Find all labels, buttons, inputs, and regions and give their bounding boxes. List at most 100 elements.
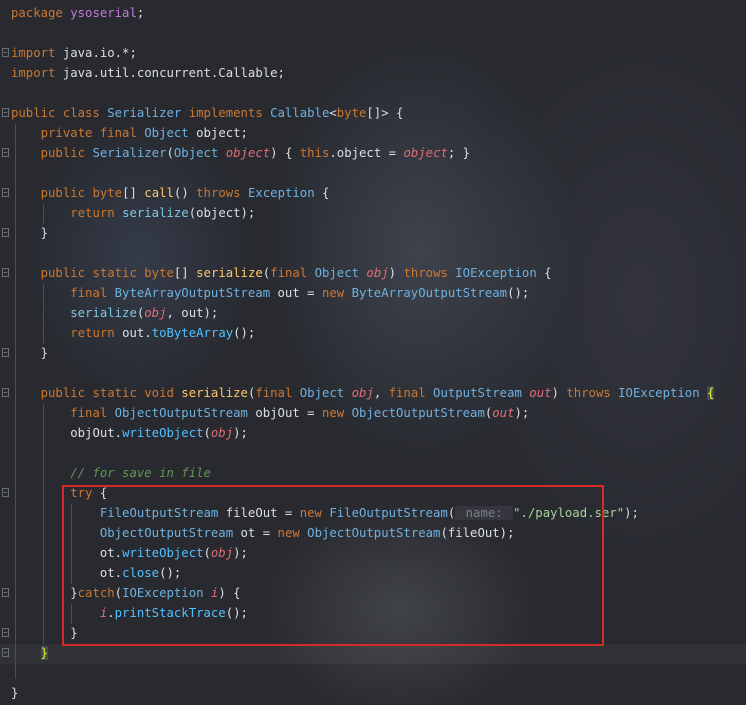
code-token: [] <box>173 266 197 280</box>
code-token: ) <box>388 266 404 280</box>
code-token: obj <box>144 306 167 320</box>
fold-marker-icon[interactable] <box>2 48 9 57</box>
code-line[interactable]: } <box>11 685 714 705</box>
code-token: toByteArray <box>151 326 234 340</box>
code-token: throws <box>566 386 619 400</box>
code-token: (object); <box>188 206 256 220</box>
code-line[interactable]: // for save in file <box>11 465 714 485</box>
fold-marker-icon[interactable] <box>2 348 9 357</box>
code-token: ObjectOutputStream <box>351 406 485 420</box>
fold-marker-icon[interactable] <box>2 188 9 197</box>
code-line[interactable]: serialize(obj, out); <box>11 305 714 325</box>
code-token: ; <box>277 66 285 80</box>
code-line[interactable]: } <box>11 345 714 365</box>
code-line[interactable]: final ByteArrayOutputStream out = new By… <box>11 285 714 305</box>
code-token: ( <box>203 426 211 440</box>
code-token: writeObject <box>122 426 204 440</box>
fold-gutter <box>0 0 10 704</box>
code-line[interactable]: package ysoserial; <box>11 5 714 25</box>
code-token: ) <box>551 386 567 400</box>
code-token: final <box>70 406 115 420</box>
code-token: serialize <box>70 306 137 320</box>
code-line[interactable] <box>11 445 714 465</box>
fold-marker-icon[interactable] <box>2 488 9 497</box>
code-line[interactable]: public static byte[] serialize(final Obj… <box>11 265 714 285</box>
code-line[interactable]: final ObjectOutputStream objOut = new Ob… <box>11 405 714 425</box>
code-line[interactable]: return serialize(object); <box>11 205 714 225</box>
code-line[interactable]: public static void serialize(final Objec… <box>11 385 715 405</box>
code-line[interactable]: public byte[] call() throws Exception { <box>11 185 714 205</box>
code-token: import <box>11 66 63 80</box>
code-token: out <box>492 406 515 420</box>
code-token: Exception <box>247 186 323 200</box>
code-line[interactable]: return out.toByteArray(); <box>11 325 714 345</box>
code-token: out <box>529 386 552 400</box>
fold-marker-icon[interactable] <box>2 588 9 597</box>
code-token: IOException <box>618 386 707 400</box>
code-token: byte <box>144 266 174 280</box>
code-token: return <box>70 326 123 340</box>
code-line[interactable] <box>11 165 714 185</box>
code-token: Object <box>173 146 226 160</box>
code-line[interactable]: import java.io.*; <box>11 45 714 65</box>
code-token: ; } <box>447 146 471 160</box>
code-token: java.util.concurrent.Callable <box>62 66 278 80</box>
code-line[interactable] <box>11 25 714 45</box>
code-token: throws <box>196 186 248 200</box>
code-token: final <box>255 386 300 400</box>
fold-marker-icon[interactable] <box>2 648 9 657</box>
code-token: final <box>388 386 434 400</box>
code-line[interactable]: import java.util.concurrent.Callable; <box>11 65 714 85</box>
code-token: Object <box>314 266 367 280</box>
code-token: { <box>544 266 552 280</box>
code-token: IOException <box>455 266 545 280</box>
code-line[interactable]: } <box>11 645 714 665</box>
code-token: serialize <box>196 266 263 280</box>
fold-marker-icon[interactable] <box>2 148 9 157</box>
code-token: objOut = <box>255 406 322 420</box>
code-token: (); <box>507 286 530 300</box>
code-line[interactable] <box>11 85 714 105</box>
code-token: ); <box>233 426 248 440</box>
code-token: new <box>321 406 352 420</box>
code-token: < <box>329 106 337 120</box>
code-token: ; <box>240 126 248 140</box>
code-line[interactable]: } <box>11 225 714 245</box>
code-line[interactable]: public class Serializer implements Calla… <box>11 105 714 125</box>
code-token: byte <box>336 106 367 120</box>
code-token: out = <box>277 286 322 300</box>
code-line[interactable]: public Serializer(Object object) { this.… <box>11 145 714 165</box>
fold-marker-icon[interactable] <box>2 108 9 117</box>
code-token: obj <box>351 386 374 400</box>
fold-marker-icon[interactable] <box>2 228 9 237</box>
fold-marker-icon[interactable] <box>2 388 9 397</box>
code-token: } <box>11 686 19 700</box>
code-token: implements <box>188 106 271 120</box>
code-token: import <box>11 46 63 60</box>
code-token: OutputStream <box>433 386 530 400</box>
code-token: ByteArrayOutputStream <box>114 286 278 300</box>
code-token: final <box>270 266 315 280</box>
code-line[interactable]: objOut.writeObject(obj); <box>11 425 714 445</box>
code-token: object <box>196 126 241 140</box>
code-token: public class <box>11 106 108 120</box>
code-token: byte <box>92 186 123 200</box>
code-token: ; <box>129 46 137 60</box>
code-token: { <box>707 386 715 400</box>
code-token: serialize <box>181 386 248 400</box>
fold-marker-icon[interactable] <box>2 628 9 637</box>
code-line[interactable] <box>11 245 714 265</box>
fold-marker-icon[interactable] <box>2 268 9 277</box>
code-line[interactable] <box>11 365 714 385</box>
code-line[interactable]: private final Object object; <box>11 125 714 145</box>
code-line[interactable] <box>11 665 714 685</box>
code-token: ); <box>514 406 530 420</box>
